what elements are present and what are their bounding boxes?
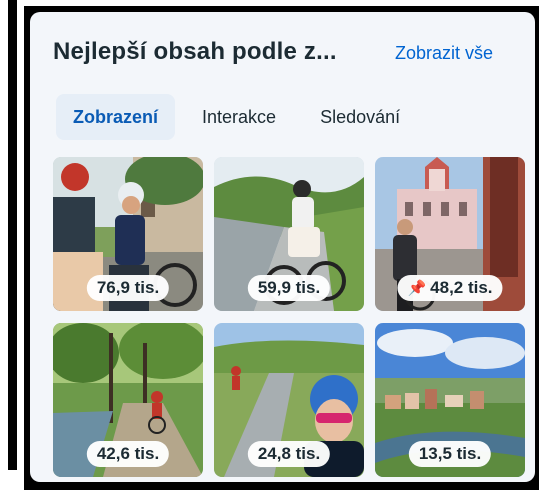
see-all-link[interactable]: Zobrazit vše	[395, 43, 493, 64]
tab-follows[interactable]: Sledování	[303, 94, 417, 140]
post-thumbnail[interactable]: 59,9 tis.	[214, 157, 364, 311]
view-count-badge: 42,6 tis.	[86, 441, 170, 467]
post-thumbnail[interactable]: 42,6 tis.	[53, 323, 203, 477]
view-count: 48,2 tis.	[430, 278, 493, 297]
view-count: 76,9 tis.	[96, 278, 160, 297]
card-title: Nejlepší obsah podle z...	[53, 38, 337, 65]
top-content-card: Nejlepší obsah podle z... Zobrazit vše Z…	[30, 12, 535, 482]
view-count: 59,9 tis.	[257, 278, 321, 297]
tab-bar: Zobrazení Interakce Sledování	[56, 94, 427, 140]
view-count-badge: 24,8 tis.	[247, 441, 331, 467]
tab-views[interactable]: Zobrazení	[56, 94, 176, 140]
divider	[8, 0, 17, 470]
post-thumbnail[interactable]: 13,5 tis.	[375, 323, 525, 477]
view-count: 42,6 tis.	[96, 444, 160, 463]
pin-icon: 📌	[407, 280, 427, 297]
view-count-badge: 59,9 tis.	[247, 275, 331, 301]
post-thumbnail[interactable]: 24,8 tis.	[214, 323, 364, 477]
view-count-badge: 📌 48,2 tis.	[397, 275, 503, 301]
tab-interactions[interactable]: Interakce	[185, 94, 293, 140]
widget-frame: Nejlepší obsah podle z... Zobrazit vše Z…	[24, 6, 539, 490]
view-count: 13,5 tis.	[418, 444, 482, 463]
card-header: Nejlepší obsah podle z... Zobrazit vše	[30, 12, 535, 82]
view-count-badge: 13,5 tis.	[408, 441, 492, 467]
left-edge	[0, 0, 18, 490]
post-thumbnail[interactable]: 📌 48,2 tis.	[375, 157, 525, 311]
view-count-badge: 76,9 tis.	[86, 275, 170, 301]
view-count: 24,8 tis.	[257, 444, 321, 463]
post-thumbnail[interactable]: 76,9 tis.	[53, 157, 203, 311]
